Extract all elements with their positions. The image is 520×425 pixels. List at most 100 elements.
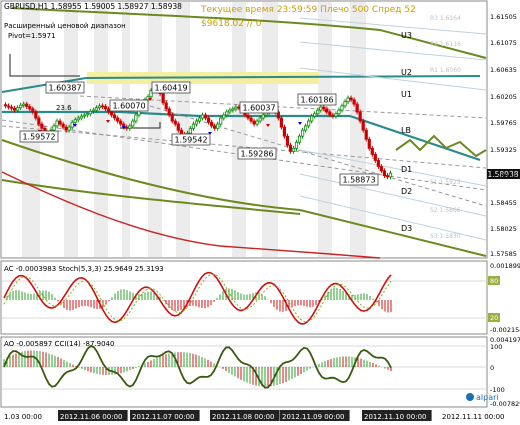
time-tick: 2012.11.10 00:00: [364, 413, 426, 421]
candle-body: [6, 105, 11, 108]
candle-body: [337, 109, 341, 115]
balance-label: $9618.02 // 0: [201, 19, 262, 29]
price-callout-text: 1.60186: [300, 96, 333, 105]
candle-body: [3, 104, 8, 107]
candle-body: [316, 109, 320, 115]
time-tick: 2012.11.08 00:00: [212, 413, 274, 421]
price-callout-text: 1.60387: [48, 84, 81, 93]
candle-body: [379, 166, 383, 172]
candle-body: [28, 106, 32, 110]
candle-body: [170, 114, 174, 122]
r2-label: R2 1.6116: [430, 41, 461, 48]
fib-label: 23.6: [56, 104, 72, 112]
s3-label: S3 1.5830: [430, 233, 461, 240]
candle-body: [334, 113, 338, 117]
candle-body: [91, 109, 96, 112]
candle-body: [173, 120, 177, 125]
candle-body: [319, 106, 323, 111]
symbol-line: GBPUSD,H1 1.58955 1.59005 1.58927 1.5893…: [4, 2, 182, 11]
candle-body: [52, 125, 56, 131]
main-chart-pane[interactable]: 1.60387 1.60070 1.60419 1.60037 1.60186 1.595…: [0, 0, 520, 259]
candle-body: [261, 114, 265, 119]
ac-axis-bottom: -0.002154: [490, 326, 520, 334]
candle-body: [88, 110, 92, 115]
candle-body: [161, 93, 165, 104]
candle-body: [279, 117, 283, 128]
price-tick: 1.60635: [490, 66, 517, 74]
d3-label: D3: [401, 224, 412, 233]
candle-body: [203, 114, 208, 119]
candle-body: [167, 108, 171, 116]
candle-body: [349, 97, 353, 101]
alpari-logo: alpari: [466, 393, 499, 402]
ac-stoch-panel[interactable]: AC -0.0003983 Stoch(5,3,3) 25.9649 25.31…: [0, 260, 520, 335]
candle-body: [310, 115, 314, 122]
candle-body: [252, 120, 256, 125]
candle-body: [100, 105, 105, 108]
trading-chart[interactable]: 1.60387 1.60070 1.60419 1.60037 1.60186 1.595…: [0, 0, 520, 425]
candle-body: [294, 141, 299, 149]
price-tick: 1.59765: [490, 119, 517, 127]
time-tick: 2012.11.06 00:00: [60, 413, 122, 421]
candle-body: [346, 97, 350, 103]
candle-body: [85, 113, 89, 116]
candle-body: [364, 129, 368, 140]
d1-label: D1: [401, 165, 412, 174]
ao-cci-panel[interactable]: AO -0.005897 CCI(14) -87.9040 0.004197 1…: [0, 336, 520, 408]
candle-body: [134, 114, 138, 122]
candle-body: [19, 104, 23, 109]
candle-body: [194, 120, 199, 125]
candle-body: [361, 120, 365, 131]
candle-body: [213, 125, 217, 129]
candle-body: [288, 144, 293, 152]
candle-body: [249, 117, 253, 122]
candle-body: [246, 114, 250, 119]
candle-body: [34, 111, 38, 119]
candle-body: [9, 106, 14, 109]
candle-body: [297, 135, 302, 143]
ac-axis-top: 0.001899: [490, 262, 520, 270]
candle-body: [197, 117, 202, 122]
candle-body: [164, 102, 168, 110]
candle-body: [282, 126, 286, 137]
candle-body: [370, 147, 374, 155]
price-callout-text: 1.60070: [112, 102, 145, 111]
candle-body: [106, 108, 111, 113]
candle-body: [258, 117, 262, 122]
candle-body: [25, 103, 29, 107]
candle-body: [373, 153, 377, 161]
candle-body: [22, 103, 26, 106]
time-tick: 2012.11.07 00:00: [132, 413, 194, 421]
price-callout-text: 1.60037: [242, 104, 275, 113]
candle-body: [82, 114, 86, 117]
ac-axis-20: 20: [490, 314, 498, 322]
price-callout-text: 1.60419: [154, 84, 187, 93]
candle-body: [331, 114, 335, 117]
candle-body: [97, 105, 102, 109]
candle-body: [55, 120, 59, 127]
price-tick: 1.61505: [490, 13, 517, 21]
candle-body: [255, 120, 259, 125]
lb-label: LB: [401, 126, 411, 135]
u2-label: U2: [401, 68, 412, 77]
ao-axis-100: 100: [490, 343, 502, 351]
price-tick: 1.57585: [490, 250, 517, 258]
candle-body: [234, 106, 238, 110]
candle-body: [307, 120, 311, 127]
candle-body: [225, 111, 229, 116]
candle-body: [110, 111, 114, 116]
price-callout-text: 1.59286: [240, 150, 273, 159]
candle-body: [200, 114, 205, 119]
candle-body: [343, 101, 347, 107]
candle-body: [382, 170, 387, 176]
candle-body: [352, 99, 356, 105]
d2-label: D2: [401, 187, 412, 196]
price-tick: 1.60205: [490, 93, 517, 101]
price-tick: 1.61075: [490, 39, 517, 47]
candle-body: [313, 113, 317, 117]
candle-body: [304, 125, 308, 131]
candle-body: [385, 175, 390, 178]
candle-body: [355, 103, 359, 113]
candle-body: [31, 108, 35, 113]
candle-body: [125, 126, 129, 129]
